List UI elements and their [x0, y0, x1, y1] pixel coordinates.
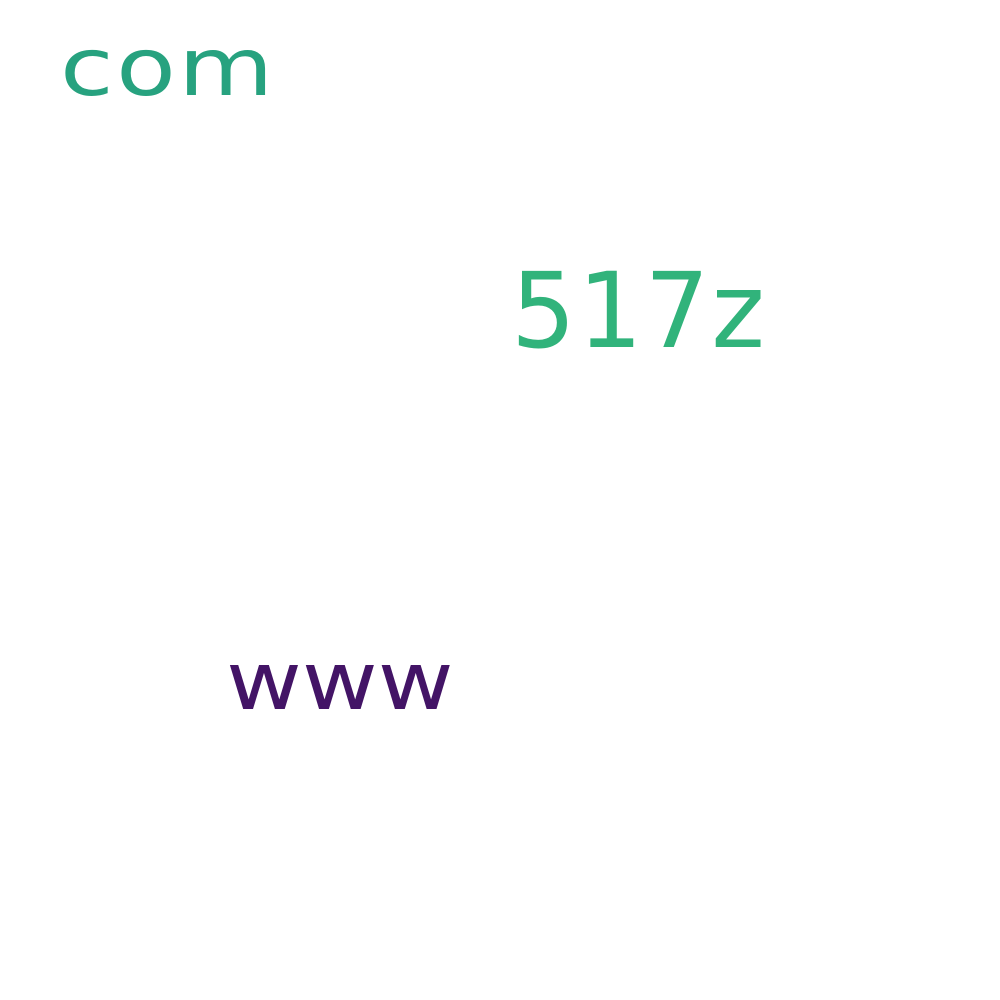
word-517z: 517z: [511, 250, 767, 372]
word-com: com: [60, 21, 276, 114]
word-www: www: [226, 635, 454, 728]
